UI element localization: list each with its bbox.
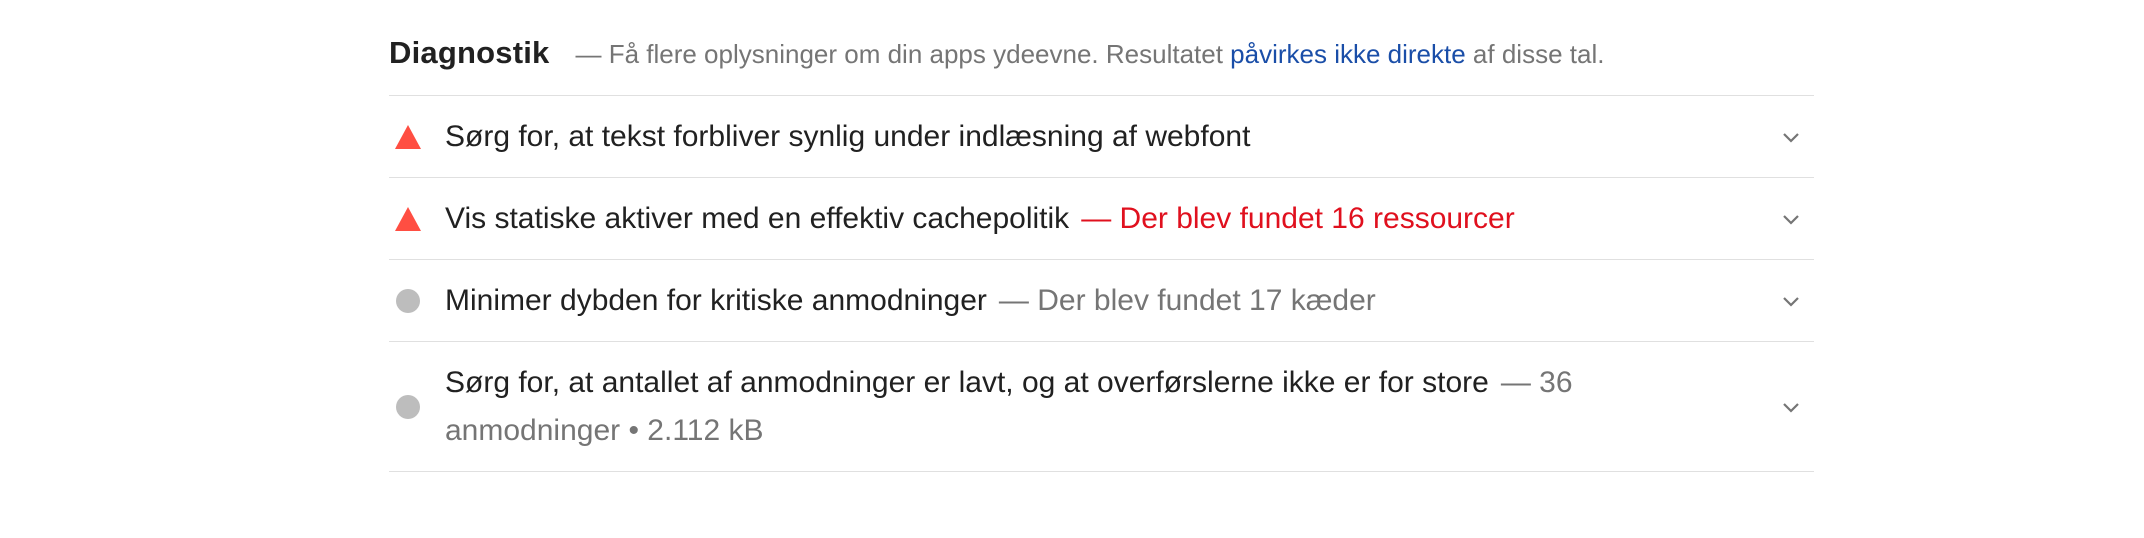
audit-display-value: — Der blev fundet 17 kæder bbox=[998, 283, 1376, 317]
audit-title: Sørg for, at tekst forbliver synlig unde… bbox=[445, 119, 1251, 153]
section-title: Diagnostik bbox=[389, 35, 550, 70]
section-desc-suffix: af disse tal. bbox=[1465, 39, 1605, 69]
neutral-circle-icon bbox=[395, 288, 421, 314]
audit-title: Minimer dybden for kritiske anmodninger bbox=[445, 283, 987, 317]
chevron-down-icon[interactable] bbox=[1780, 396, 1802, 418]
audit-text: Minimer dybden for kritiske anmodninger —… bbox=[445, 277, 1814, 325]
diagnostics-panel: Diagnostik — Få flere oplysninger om din… bbox=[389, 30, 1814, 472]
audit-text: Sørg for, at antallet af anmodninger er … bbox=[445, 359, 1814, 455]
warning-triangle-icon bbox=[395, 206, 421, 232]
audit-row-critical-chains[interactable]: Minimer dybden for kritiske anmodninger —… bbox=[389, 260, 1814, 342]
chevron-down-icon[interactable] bbox=[1780, 290, 1802, 312]
audit-display-value: — Der blev fundet 16 ressourcer bbox=[1081, 201, 1515, 235]
section-desc-prefix: — Få flere oplysninger om din apps ydeev… bbox=[575, 39, 1231, 69]
audit-text: Vis statiske aktiver med en effektiv cac… bbox=[445, 195, 1814, 243]
audit-title: Vis statiske aktiver med en effektiv cac… bbox=[445, 201, 1070, 235]
section-header: Diagnostik — Få flere oplysninger om din… bbox=[389, 30, 1814, 96]
audit-row-font-display[interactable]: Sørg for, at tekst forbliver synlig unde… bbox=[389, 96, 1814, 178]
warning-triangle-icon bbox=[395, 124, 421, 150]
audit-row-cache-policy[interactable]: Vis statiske aktiver med en effektiv cac… bbox=[389, 178, 1814, 260]
chevron-down-icon[interactable] bbox=[1780, 126, 1802, 148]
section-description: — Få flere oplysninger om din apps ydeev… bbox=[575, 39, 1604, 70]
audit-text: Sørg for, at tekst forbliver synlig unde… bbox=[445, 113, 1814, 161]
chevron-down-icon[interactable] bbox=[1780, 208, 1802, 230]
audit-row-resource-summary[interactable]: Sørg for, at antallet af anmodninger er … bbox=[389, 342, 1814, 472]
audit-title: Sørg for, at antallet af anmodninger er … bbox=[445, 365, 1489, 399]
section-desc-link[interactable]: påvirkes ikke direkte bbox=[1230, 39, 1466, 69]
neutral-circle-icon bbox=[395, 394, 421, 420]
